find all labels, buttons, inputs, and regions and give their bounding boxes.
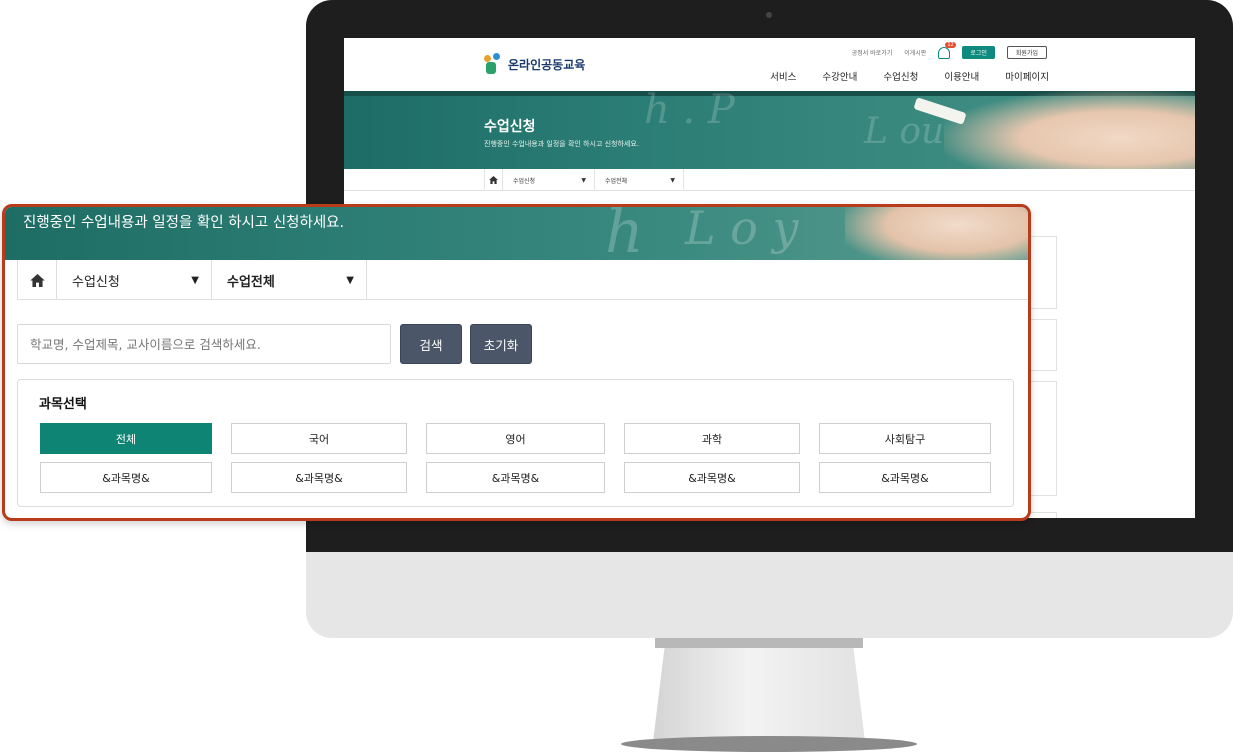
login-button[interactable]: 로그인 (962, 46, 995, 59)
chevron-down-icon: ▼ (346, 274, 354, 286)
category-select[interactable]: 수업신청 ▼ (57, 260, 212, 300)
monitor-stand-shadow (655, 638, 863, 648)
banner-title: 수업신청 (484, 118, 536, 134)
scope-select-value: 수업전체 (227, 274, 275, 290)
zoom-callout-panel: h L o y 진행중인 수업내용과 일정을 확인 하시고 신청하세요. 수업신… (2, 204, 1031, 521)
chalk-writing-decoration: h . P (644, 91, 735, 133)
nav-item-usage-guide[interactable]: 이용안내 (944, 69, 979, 83)
subject-button-science[interactable]: 과학 (624, 423, 800, 454)
nav-item-enrollment[interactable]: 수업신청 (883, 69, 918, 83)
monitor-stand-base (621, 736, 917, 752)
nav-item-service[interactable]: 서비스 (770, 69, 796, 83)
subject-title: 과목선택 (39, 396, 87, 411)
subject-button[interactable]: &과목명& (819, 462, 991, 493)
util-link-2[interactable]: 이게시판 (904, 48, 926, 57)
home-icon[interactable] (484, 169, 503, 191)
crumb-select-scope-label: 수업전체 (605, 177, 628, 185)
zoom-banner: h L o y 진행중인 수업내용과 일정을 확인 하시고 신청하세요. (5, 207, 1028, 260)
hand-image (944, 91, 1195, 169)
scope-select[interactable]: 수업전체 ▼ (212, 260, 367, 300)
zoom-banner-text: 진행중인 수업내용과 일정을 확인 하시고 신청하세요. (23, 215, 345, 231)
home-icon (29, 273, 45, 287)
util-link-1[interactable]: 공정서 바로가기 (852, 48, 893, 57)
utility-bar: 공정서 바로가기 이게시판 12 로그인 회원가입 (852, 41, 1047, 59)
logo-mark-icon (482, 53, 504, 75)
page-banner: h . P L ou 수업신청 진행중인 수업내용과 일정을 확인 하시고 신청… (344, 91, 1195, 169)
chalk-writing-decoration: h (605, 207, 644, 260)
subject-button[interactable]: &과목명& (231, 462, 407, 493)
zoom-breadcrumb: 수업신청 ▼ 수업전체 ▼ (17, 260, 1028, 300)
chevron-down-icon: ▼ (581, 176, 586, 184)
chevron-down-icon: ▼ (191, 274, 199, 286)
hand-image (845, 207, 1028, 260)
subject-button[interactable]: &과목명& (40, 462, 212, 493)
subject-button[interactable]: &과목명& (624, 462, 800, 493)
subject-selector: 과목선택 전체 국어 영어 과학 사회탐구 &과목명& &과목명& &과목명& … (17, 379, 1014, 507)
chalk-writing-decoration-2: L ou (864, 111, 945, 152)
site-header: 온라인공동교육 공정서 바로가기 이게시판 12 로그인 회원가입 서비스 수강… (344, 38, 1195, 91)
chevron-down-icon: ▼ (670, 176, 675, 184)
nav-item-course-guide[interactable]: 수강안내 (822, 69, 857, 83)
banner-subtitle: 진행중인 수업내용과 일정을 확인 하시고 신청하세요. (484, 140, 640, 148)
nav-item-mypage[interactable]: 마이페이지 (1005, 69, 1049, 83)
subject-button-social-studies[interactable]: 사회탐구 (819, 423, 991, 454)
search-input[interactable] (17, 324, 391, 364)
home-button[interactable] (17, 260, 57, 300)
join-button[interactable]: 회원가입 (1006, 46, 1047, 59)
reset-button[interactable]: 초기화 (470, 324, 532, 364)
subject-button[interactable]: &과목명& (426, 462, 605, 493)
monitor-camera (766, 12, 772, 18)
breadcrumb: 수업신청 ▼ 수업전체 ▼ (344, 169, 1195, 191)
main-nav: 서비스 수강안내 수업신청 이용안내 마이페이지 (770, 69, 1049, 83)
site-logo[interactable]: 온라인공동교육 (482, 53, 585, 75)
search-button[interactable]: 검색 (400, 324, 462, 364)
crumb-select-category-label: 수업신청 (513, 177, 536, 185)
crumb-select-category[interactable]: 수업신청 ▼ (503, 169, 595, 191)
subject-button-all[interactable]: 전체 (40, 423, 212, 454)
notification-badge: 12 (945, 41, 956, 48)
crumb-select-scope[interactable]: 수업전체 ▼ (595, 169, 684, 191)
subject-button-english[interactable]: 영어 (426, 423, 605, 454)
logo-text: 온라인공동교육 (508, 57, 586, 72)
category-select-value: 수업신청 (72, 274, 120, 290)
subject-button-korean[interactable]: 국어 (231, 423, 407, 454)
bell-icon[interactable]: 12 (938, 41, 956, 59)
monitor-stand-neck (653, 638, 865, 742)
search-row: 검색 초기화 (17, 324, 532, 364)
chalk-writing-decoration-2: L o y (685, 207, 799, 255)
